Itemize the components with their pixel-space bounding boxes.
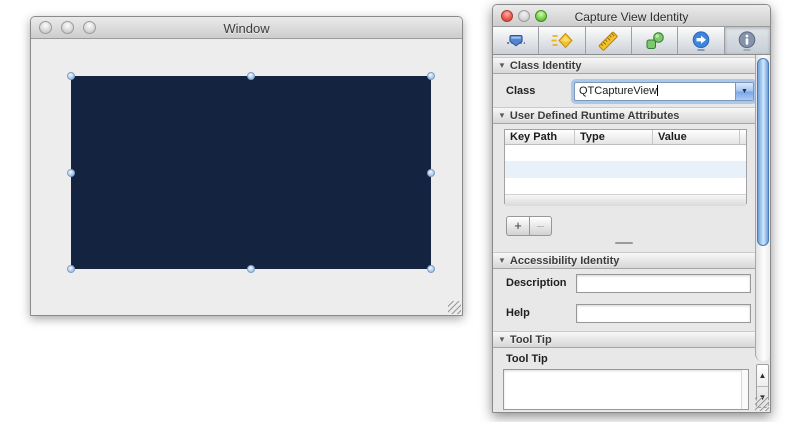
section-header-tool-tip[interactable]: ▼ Tool Tip (493, 331, 755, 348)
inspector-titlebar[interactable]: Capture View Identity (493, 5, 770, 27)
identity-inspector-icon (738, 30, 756, 51)
section-title: Tool Tip (509, 334, 552, 346)
inspector-panel: Capture View Identity ▼ Class Identity C… (492, 4, 771, 413)
help-label: Help (506, 307, 530, 319)
section-title: Class Identity (509, 60, 582, 72)
design-window-title: Window (223, 21, 270, 36)
selection-handle-bottom-left[interactable] (67, 265, 75, 273)
table-button-group: + – (506, 216, 552, 236)
runtime-attributes-table[interactable]: Key Path Type Value (504, 129, 747, 206)
selection-handle-middle-left[interactable] (67, 168, 75, 177)
tab-size-inspector[interactable] (585, 27, 632, 54)
tool-tip-textarea[interactable] (503, 369, 749, 410)
capture-view[interactable] (67, 72, 435, 273)
tab-identity-inspector[interactable] (724, 27, 770, 54)
description-label: Description (506, 277, 567, 289)
inspector-toolbar (493, 27, 770, 55)
column-header-type[interactable]: Type (575, 130, 653, 144)
selection-handle-top-right[interactable] (427, 72, 435, 80)
bindings-inspector-icon (646, 31, 664, 49)
selection-handle-middle-right[interactable] (427, 168, 435, 177)
disclosure-triangle-icon[interactable]: ▼ (498, 332, 506, 348)
connections-inspector-icon (692, 30, 710, 51)
disclosure-triangle-icon[interactable]: ▼ (498, 108, 506, 124)
chevron-down-icon: ▼ (741, 88, 748, 95)
section-header-class-identity[interactable]: ▼ Class Identity (493, 57, 755, 74)
table-row[interactable] (505, 178, 746, 194)
inspector-pane: ▼ Class Identity Class QTCaptureView ▼ ▼ U… (493, 55, 755, 412)
help-field[interactable] (576, 304, 751, 323)
column-header-key-path[interactable]: Key Path (505, 130, 575, 144)
table-row[interactable] (505, 161, 746, 178)
selection-handle-bottom-right[interactable] (427, 265, 435, 273)
text-caret (657, 85, 659, 96)
tab-effects-inspector[interactable] (539, 27, 586, 54)
remove-attribute-button: – (529, 216, 552, 236)
tab-bindings-inspector[interactable] (631, 27, 679, 54)
design-window: Window (30, 16, 463, 316)
design-window-titlebar[interactable]: Window (31, 17, 462, 39)
inspector-title: Capture View Identity (574, 10, 689, 24)
class-input-value: QTCaptureView (579, 85, 658, 97)
combo-dropdown-button[interactable]: ▼ (735, 83, 753, 100)
tab-connections-inspector[interactable] (678, 27, 725, 54)
disclosure-triangle-icon[interactable]: ▼ (498, 253, 506, 269)
selection-handle-top-center[interactable] (247, 72, 255, 80)
disclosure-triangle-icon[interactable]: ▼ (498, 58, 506, 74)
tool-tip-scrollbar[interactable] (741, 370, 748, 409)
add-attribute-button[interactable]: + (506, 216, 529, 236)
description-field[interactable] (576, 274, 751, 293)
column-header-spacer (740, 130, 746, 144)
scrollbar-thumb[interactable] (757, 58, 769, 246)
resize-grip[interactable] (755, 397, 769, 411)
selection-handle-bottom-center[interactable] (247, 265, 255, 273)
design-window-content (31, 40, 462, 315)
tool-tip-label: Tool Tip (506, 353, 548, 365)
table-row[interactable] (505, 145, 746, 161)
pane-splitter-handle[interactable] (615, 242, 633, 244)
resize-grip[interactable] (448, 301, 461, 314)
selection-handle-top-left[interactable] (67, 72, 75, 80)
table-header-row: Key Path Type Value (505, 130, 746, 145)
class-label: Class (506, 85, 536, 97)
inspector-scrollbar: ▲ ▼ (755, 55, 770, 412)
section-header-accessibility[interactable]: ▼ Accessibility Identity (493, 252, 755, 269)
scrollbar-track[interactable] (755, 55, 770, 361)
scroll-up-arrow[interactable]: ▲ (757, 365, 768, 386)
section-header-runtime-attributes[interactable]: ▼ User Defined Runtime Attributes (493, 107, 755, 124)
column-header-value[interactable]: Value (653, 130, 740, 144)
table-footer-strip (505, 194, 746, 206)
section-title: User Defined Runtime Attributes (509, 110, 680, 122)
tab-attributes-inspector[interactable] (493, 27, 540, 54)
size-inspector-icon (599, 31, 618, 51)
section-title: Accessibility Identity (509, 255, 620, 267)
effects-inspector-icon (551, 32, 573, 48)
attributes-inspector-icon (506, 34, 525, 46)
class-input[interactable]: QTCaptureView ▼ (574, 82, 754, 101)
